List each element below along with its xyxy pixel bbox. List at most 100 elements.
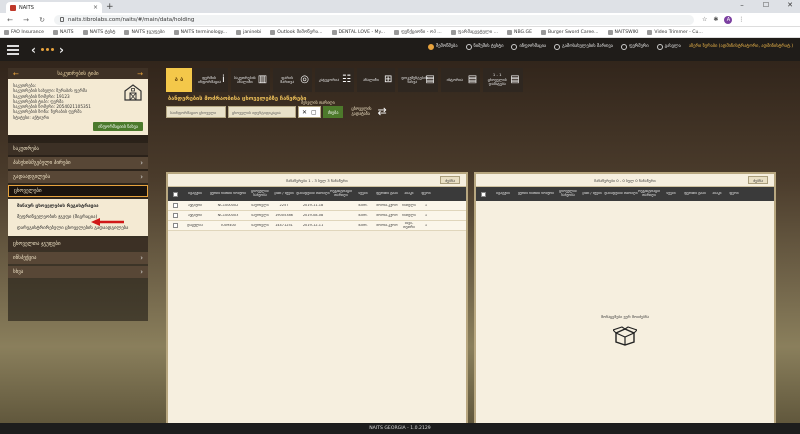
grid-search-button[interactable]: ძებნა: [748, 176, 768, 184]
menu-icon[interactable]: ⋮: [738, 16, 744, 23]
sidebar-item[interactable]: გადაადგილება ›: [8, 171, 148, 183]
column-header[interactable]: ასაკი: [708, 192, 726, 196]
table-row[interactable]: აქტიური NC1000003 საქონელი 19005386 2019-08-…: [168, 211, 466, 221]
bookmark-item[interactable]: ფუნქციონი - ოპ ...: [393, 29, 442, 35]
row-checkbox[interactable]: [168, 203, 182, 208]
date-picker[interactable]: ✕ ▢: [298, 106, 321, 118]
column-header[interactable]: ცხოველის სახეობა: [556, 190, 580, 198]
bookmark-item[interactable]: ფარმაცევტული ...: [450, 29, 498, 35]
close-window-icon[interactable]: ✕: [784, 1, 796, 9]
sidebar-item[interactable]: სხვა ›: [8, 266, 148, 278]
toolbar-button[interactable]: ანალიზი ⊞: [356, 68, 396, 92]
sidebar-item[interactable]: ინსპექცია ›: [8, 252, 148, 264]
search-button[interactable]: ძიება: [322, 106, 344, 118]
bookmark-item[interactable]: Outlook მიმოწერა...: [270, 29, 323, 35]
column-header[interactable]: ფერმის ტიპი: [682, 192, 708, 196]
column-header[interactable]: სტატუსი: [182, 192, 208, 196]
toolbar-home-button[interactable]: ა ა: [166, 68, 192, 92]
forward-icon[interactable]: →: [22, 16, 30, 24]
column-header[interactable]: ჯიში / სქესი: [272, 192, 296, 196]
extensions-icon[interactable]: ✱: [713, 16, 718, 23]
bookmark-item[interactable]: janinebi: [236, 29, 261, 35]
holding-info-button[interactable]: ინფორმაციის ნახვა: [93, 121, 143, 131]
toolbar-button[interactable]: დოკუმენტების ნახვა ▤: [398, 68, 438, 92]
bookmark-item[interactable]: FAO Insurance: [4, 29, 44, 35]
column-header[interactable]: რეგისტრაციის თარიღი: [638, 190, 660, 198]
topmenu-item-info[interactable]: ინფორმაცია: [511, 43, 546, 50]
column-header[interactable]: ფერი: [418, 192, 434, 196]
topmenu-item-logout[interactable]: გასვლა: [656, 43, 681, 50]
star-icon[interactable]: ☆: [702, 16, 707, 23]
next-holding-icon[interactable]: →: [137, 70, 143, 78]
close-tab-icon[interactable]: ×: [93, 4, 98, 11]
column-header[interactable]: სტატუსი: [490, 192, 516, 196]
checkbox[interactable]: [172, 213, 178, 218]
new-tab-button[interactable]: +: [106, 2, 114, 12]
table-row[interactable]: აქტიური NC1000002 საქონელი 2257 2019-11-18 მა…: [168, 201, 466, 211]
column-header[interactable]: ჯიში / სქესი: [580, 192, 604, 196]
next-arrow-icon[interactable]: ›: [59, 43, 64, 57]
bookmark-item[interactable]: NAITSWIKI: [607, 29, 638, 35]
toolbar-button[interactable]: 1 - 1 ცხოველის დამატება ▤: [483, 68, 523, 92]
column-header[interactable]: ფერი: [726, 192, 742, 196]
bookmark-item[interactable]: NAITS terminology...: [173, 29, 227, 35]
url-field[interactable]: naits.tibrolabs.com/naits/#/main/data/ho…: [54, 14, 694, 25]
column-header[interactable]: დაბადების თარიღი: [604, 192, 638, 196]
topmenu-item-farmer[interactable]: ფერმერი: [620, 43, 649, 50]
prev-holding-icon[interactable]: ←: [13, 70, 19, 78]
toolbar-button[interactable]: ფარის მართვა ◎: [273, 68, 312, 92]
browser-tab[interactable]: NAITS ×: [6, 2, 102, 13]
bookmark-item[interactable]: Burger Sword Caree...: [541, 29, 599, 35]
submenu-item[interactable]: მეფრინველეობის ჯგუფი (მიგრაცია): [8, 212, 148, 223]
column-header[interactable]: სქესი: [660, 192, 682, 196]
prev-arrow-icon[interactable]: ‹: [31, 43, 36, 57]
checkbox[interactable]: [172, 203, 178, 208]
grid-search-button[interactable]: ძებნა: [440, 176, 460, 184]
topmenu-item-images[interactable]: გამოსახულების მართვა: [554, 43, 613, 50]
bookmark-item[interactable]: NAITS ტესტ: [82, 29, 115, 35]
bookmark-item[interactable]: Video Trimmer - Cu...: [647, 29, 703, 35]
select-all-checkbox[interactable]: [168, 191, 182, 197]
column-header[interactable]: ცხოველის სახეობა: [248, 190, 272, 198]
toolbar-button[interactable]: ფერმის ინფორმაცია i: [195, 68, 228, 92]
row-checkbox[interactable]: [168, 213, 182, 218]
filter-input-id[interactable]: ცხოველის იდენტიფიკაცია: [228, 106, 296, 118]
column-header[interactable]: ყურის ნიშნის ნომერი: [516, 192, 556, 196]
profile-avatar[interactable]: A: [724, 15, 733, 24]
sidebar-item[interactable]: საკუთრება: [8, 143, 148, 155]
checkbox[interactable]: [480, 191, 486, 197]
maximize-icon[interactable]: ☐: [760, 1, 772, 9]
toolbar-button[interactable]: საკუთრების ანალიზი ▥: [230, 68, 271, 92]
row-checkbox[interactable]: [168, 223, 182, 228]
back-icon[interactable]: ←: [6, 16, 14, 24]
move-animals-button[interactable]: ცხოველის გადატანა ⇄: [351, 106, 386, 117]
column-header[interactable]: დაბადების თარიღი: [296, 192, 330, 196]
select-all-checkbox[interactable]: [476, 191, 490, 197]
checkbox[interactable]: [172, 223, 178, 228]
bookmark-item[interactable]: NAITS ჯგუფები: [124, 29, 165, 35]
toolbar-button[interactable]: ისტორია ▤: [440, 68, 481, 92]
column-header[interactable]: სქესი: [352, 192, 374, 196]
topmenu-item-sample[interactable]: ნიმუშის ტესტი: [465, 43, 503, 50]
toolbar-button[interactable]: კატეგორია ☷: [314, 68, 354, 92]
submenu-item[interactable]: დარეგისტრირებული ცხოველების გადაადგილება: [8, 223, 148, 234]
column-header[interactable]: ფერმის ტიპი: [374, 192, 400, 196]
clear-date-icon[interactable]: ✕: [302, 109, 307, 116]
column-header[interactable]: რეგისტრაციის თარიღი: [330, 190, 352, 198]
filter-input-info[interactable]: საინფორმაციო ცხოველი: [166, 106, 226, 118]
bookmark-item[interactable]: DENTAL LOVE - My...: [331, 29, 385, 35]
bookmark-item[interactable]: NAITS: [52, 29, 74, 35]
minimize-icon[interactable]: –: [736, 1, 748, 9]
sidebar-item[interactable]: ცხოველთა ჯგუფები: [8, 238, 148, 250]
checkbox[interactable]: [172, 191, 178, 197]
calendar-icon[interactable]: ▢: [311, 109, 317, 116]
column-header[interactable]: ასაკი: [400, 192, 418, 196]
hamburger-menu-icon[interactable]: [7, 44, 19, 55]
table-row[interactable]: დაცულია TU09400 საქონელი 14471251 2019-12-11…: [168, 221, 466, 231]
sidebar-item[interactable]: ცხოველები: [8, 185, 148, 197]
column-header[interactable]: ყურის ნიშნის ნომერი: [208, 192, 248, 196]
bookmark-item[interactable]: NBG.GE: [507, 29, 532, 35]
submenu-item[interactable]: შინაურ ცხოველების რეგისტრაცია: [8, 201, 148, 212]
topmenu-item-inspection[interactable]: შემოწმება: [428, 43, 458, 50]
reload-icon[interactable]: ↻: [38, 16, 46, 24]
